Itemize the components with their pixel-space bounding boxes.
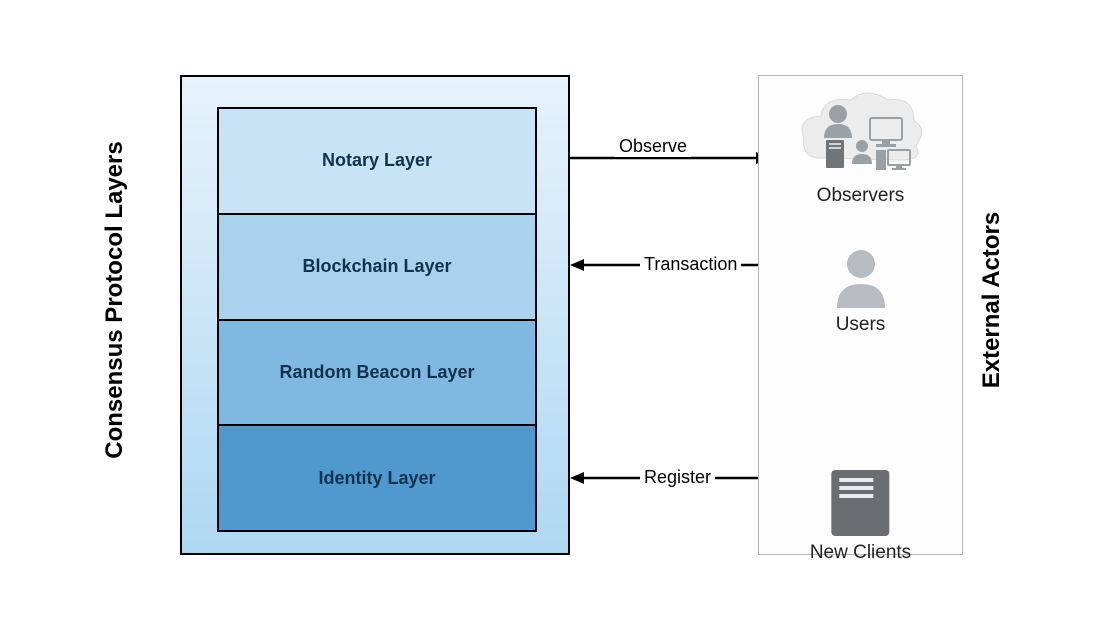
- external-actors-panel: Observers Users New Clients: [758, 75, 963, 555]
- arrow-observe-label: Observe: [615, 136, 691, 157]
- arrow-register-label: Register: [640, 467, 715, 488]
- user-icon: [831, 246, 891, 312]
- layer-stack: Notary Layer Blockchain Layer Random Bea…: [217, 107, 537, 532]
- layer-random-beacon: Random Beacon Layer: [219, 321, 535, 427]
- actor-observers: Observers: [796, 88, 926, 207]
- layer-blockchain: Blockchain Layer: [219, 215, 535, 321]
- layer-identity: Identity Layer: [219, 426, 535, 530]
- diagram-canvas: Consensus Protocol Layers Notary Layer B…: [0, 0, 1106, 642]
- actor-users-label: Users: [836, 314, 886, 336]
- server-icon: [824, 466, 898, 540]
- arrow-transaction-label: Transaction: [640, 254, 741, 275]
- actor-observers-label: Observers: [817, 185, 905, 207]
- consensus-title: Consensus Protocol Layers: [101, 141, 129, 458]
- layer-notary: Notary Layer: [219, 109, 535, 215]
- observers-icon: [796, 88, 926, 183]
- consensus-panel: Notary Layer Blockchain Layer Random Bea…: [180, 75, 570, 555]
- actor-users: Users: [831, 246, 891, 336]
- actor-newclients-label: New Clients: [810, 542, 911, 564]
- external-actors-title: External Actors: [978, 212, 1006, 389]
- actor-new-clients: New Clients: [810, 466, 911, 564]
